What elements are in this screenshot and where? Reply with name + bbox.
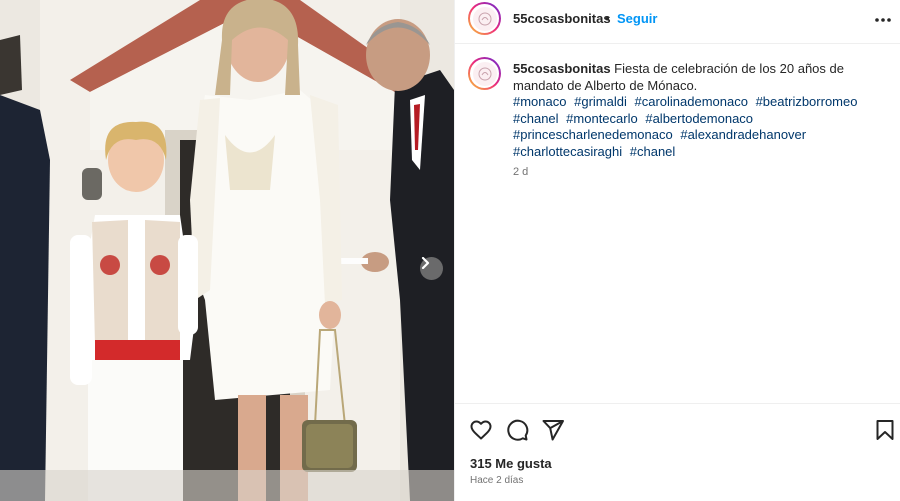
photo-illustration xyxy=(0,0,454,501)
hashtag-link[interactable]: #montecarlo xyxy=(566,111,638,126)
caption-avatar[interactable] xyxy=(468,57,501,90)
post-side-panel: 55cosasbonitas • Seguir 55cosasbonitas F… xyxy=(454,0,900,501)
comment-icon[interactable] xyxy=(505,418,529,442)
avatar[interactable] xyxy=(468,2,501,35)
likes-count[interactable]: 315 Me gusta xyxy=(470,456,552,471)
carousel-next-button[interactable] xyxy=(420,257,443,280)
profile-logo-icon xyxy=(472,6,497,31)
send-icon[interactable] xyxy=(541,418,565,442)
hashtag-list: #monaco #grimaldi #carolinademonaco #bea… xyxy=(513,94,863,160)
post-photo[interactable] xyxy=(0,0,454,501)
hashtag-link[interactable]: #chanel xyxy=(513,111,559,126)
hashtag-link[interactable]: #grimaldi xyxy=(574,94,627,109)
hashtag-link[interactable]: #chanel xyxy=(630,144,676,159)
hashtag-link[interactable]: #princescharlenedemonaco xyxy=(513,127,673,142)
post-actions: 315 Me gusta Hace 2 días xyxy=(455,403,900,501)
hashtag-link[interactable]: #albertodemonaco xyxy=(645,111,753,126)
hashtag-link[interactable]: #alexandradehanover xyxy=(680,127,806,142)
header-username[interactable]: 55cosasbonitas xyxy=(513,11,611,26)
more-horizontal-icon[interactable] xyxy=(873,10,893,30)
heart-icon[interactable] xyxy=(469,418,493,442)
hashtag-link[interactable]: #beatrizborromeo xyxy=(756,94,858,109)
post-header: 55cosasbonitas • Seguir xyxy=(455,0,900,44)
post-timestamp: Hace 2 días xyxy=(470,475,524,486)
profile-logo-icon xyxy=(472,61,497,86)
hashtag-link[interactable]: #carolinademonaco xyxy=(634,94,747,109)
post-caption: 55cosasbonitas Fiesta de celebración de … xyxy=(513,61,893,94)
caption-username[interactable]: 55cosasbonitas xyxy=(513,61,611,76)
follow-button[interactable]: Seguir xyxy=(617,11,657,26)
hashtag-link[interactable]: #monaco xyxy=(513,94,566,109)
bookmark-icon[interactable] xyxy=(873,418,897,442)
caption-age: 2 d xyxy=(513,166,529,178)
header-separator: • xyxy=(605,11,610,26)
hashtag-link[interactable]: #charlottecasiraghi xyxy=(513,144,622,159)
